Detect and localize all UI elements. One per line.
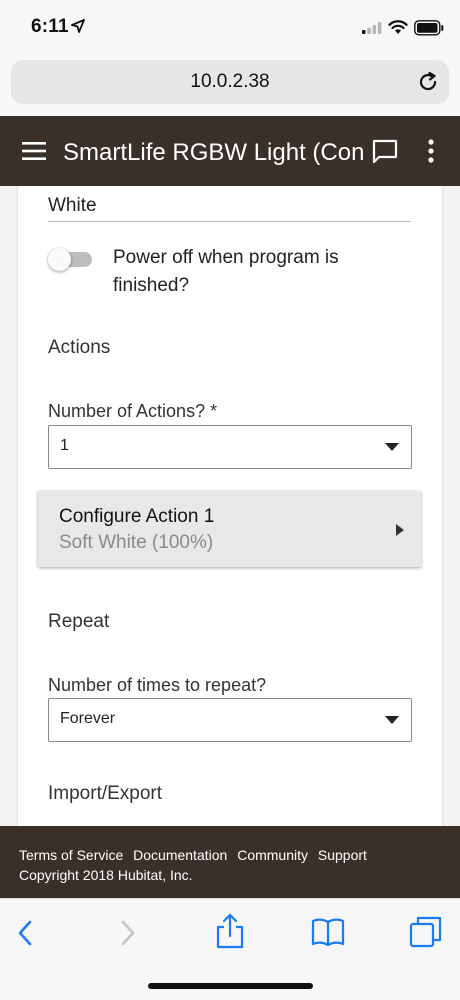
signal-icon — [362, 22, 382, 34]
footer-link-documentation[interactable]: Documentation — [133, 847, 227, 863]
chat-icon[interactable] — [370, 138, 400, 166]
tabs-icon[interactable] — [409, 915, 443, 949]
configure-action-title: Configure Action 1 — [59, 506, 215, 527]
footer-link-community[interactable]: Community — [237, 847, 308, 863]
share-icon[interactable] — [214, 913, 246, 949]
power-off-toggle-label: Power off when program is finished? — [113, 247, 339, 296]
battery-icon — [414, 20, 444, 36]
screen: 6:11 10.0.2.38 SmartLife RGBW Light (Con… — [0, 0, 460, 1000]
repeat-times-select[interactable]: Forever — [48, 698, 412, 742]
field-underline — [48, 221, 411, 222]
footer-link-support[interactable]: Support — [318, 847, 367, 863]
footer-link-terms[interactable]: Terms of Service — [19, 847, 123, 863]
repeat-times-label: Number of times to repeat? — [48, 675, 267, 695]
url-text: 10.0.2.38 — [190, 71, 270, 92]
power-off-toggle[interactable] — [48, 248, 94, 272]
number-of-actions-select[interactable]: 1 — [48, 425, 412, 469]
site-footer: Terms of Service Documentation Community… — [0, 826, 460, 898]
configure-action-subtitle: Soft White (100%) — [59, 532, 214, 553]
forward-icon[interactable] — [119, 919, 137, 947]
status-time: 6:11 — [31, 16, 69, 37]
location-arrow-icon — [71, 19, 85, 33]
app-header: SmartLife RGBW Light (Con — [0, 116, 460, 186]
toggle-knob — [48, 248, 71, 271]
address-area: 10.0.2.38 — [0, 58, 460, 116]
bookmarks-icon[interactable] — [311, 917, 345, 947]
content-area: White Power off when program is finished… — [0, 186, 460, 826]
copyright: Copyright 2018 Hubitat, Inc. — [19, 867, 193, 883]
more-vertical-icon[interactable] — [426, 139, 436, 165]
number-of-actions-value: 1 — [60, 437, 69, 454]
import-export-section-title: Import/Export — [48, 783, 163, 804]
repeat-section-title: Repeat — [48, 611, 110, 632]
form-card: White Power off when program is finished… — [18, 186, 442, 826]
actions-section-title: Actions — [48, 337, 111, 358]
configure-action-button[interactable]: Configure Action 1 Soft White (100%) — [38, 491, 421, 567]
footer-links: Terms of Service Documentation Community… — [19, 847, 373, 863]
number-of-actions-label: Number of Actions? * — [48, 401, 218, 421]
chevron-down-icon — [385, 443, 399, 451]
chevron-right-icon — [396, 524, 404, 536]
top-field-value[interactable]: White — [48, 195, 97, 217]
chevron-down-icon — [385, 716, 399, 724]
wifi-icon — [388, 20, 408, 34]
address-field[interactable]: 10.0.2.38 — [11, 60, 449, 104]
hamburger-menu-icon[interactable] — [22, 141, 46, 161]
browser-toolbar — [0, 898, 460, 1000]
home-indicator — [148, 983, 313, 989]
back-icon[interactable] — [16, 919, 34, 947]
repeat-times-value: Forever — [60, 710, 116, 727]
page-title: SmartLife RGBW Light (Con — [63, 139, 363, 166]
status-bar: 6:11 — [0, 0, 460, 58]
reload-icon[interactable] — [417, 71, 439, 93]
